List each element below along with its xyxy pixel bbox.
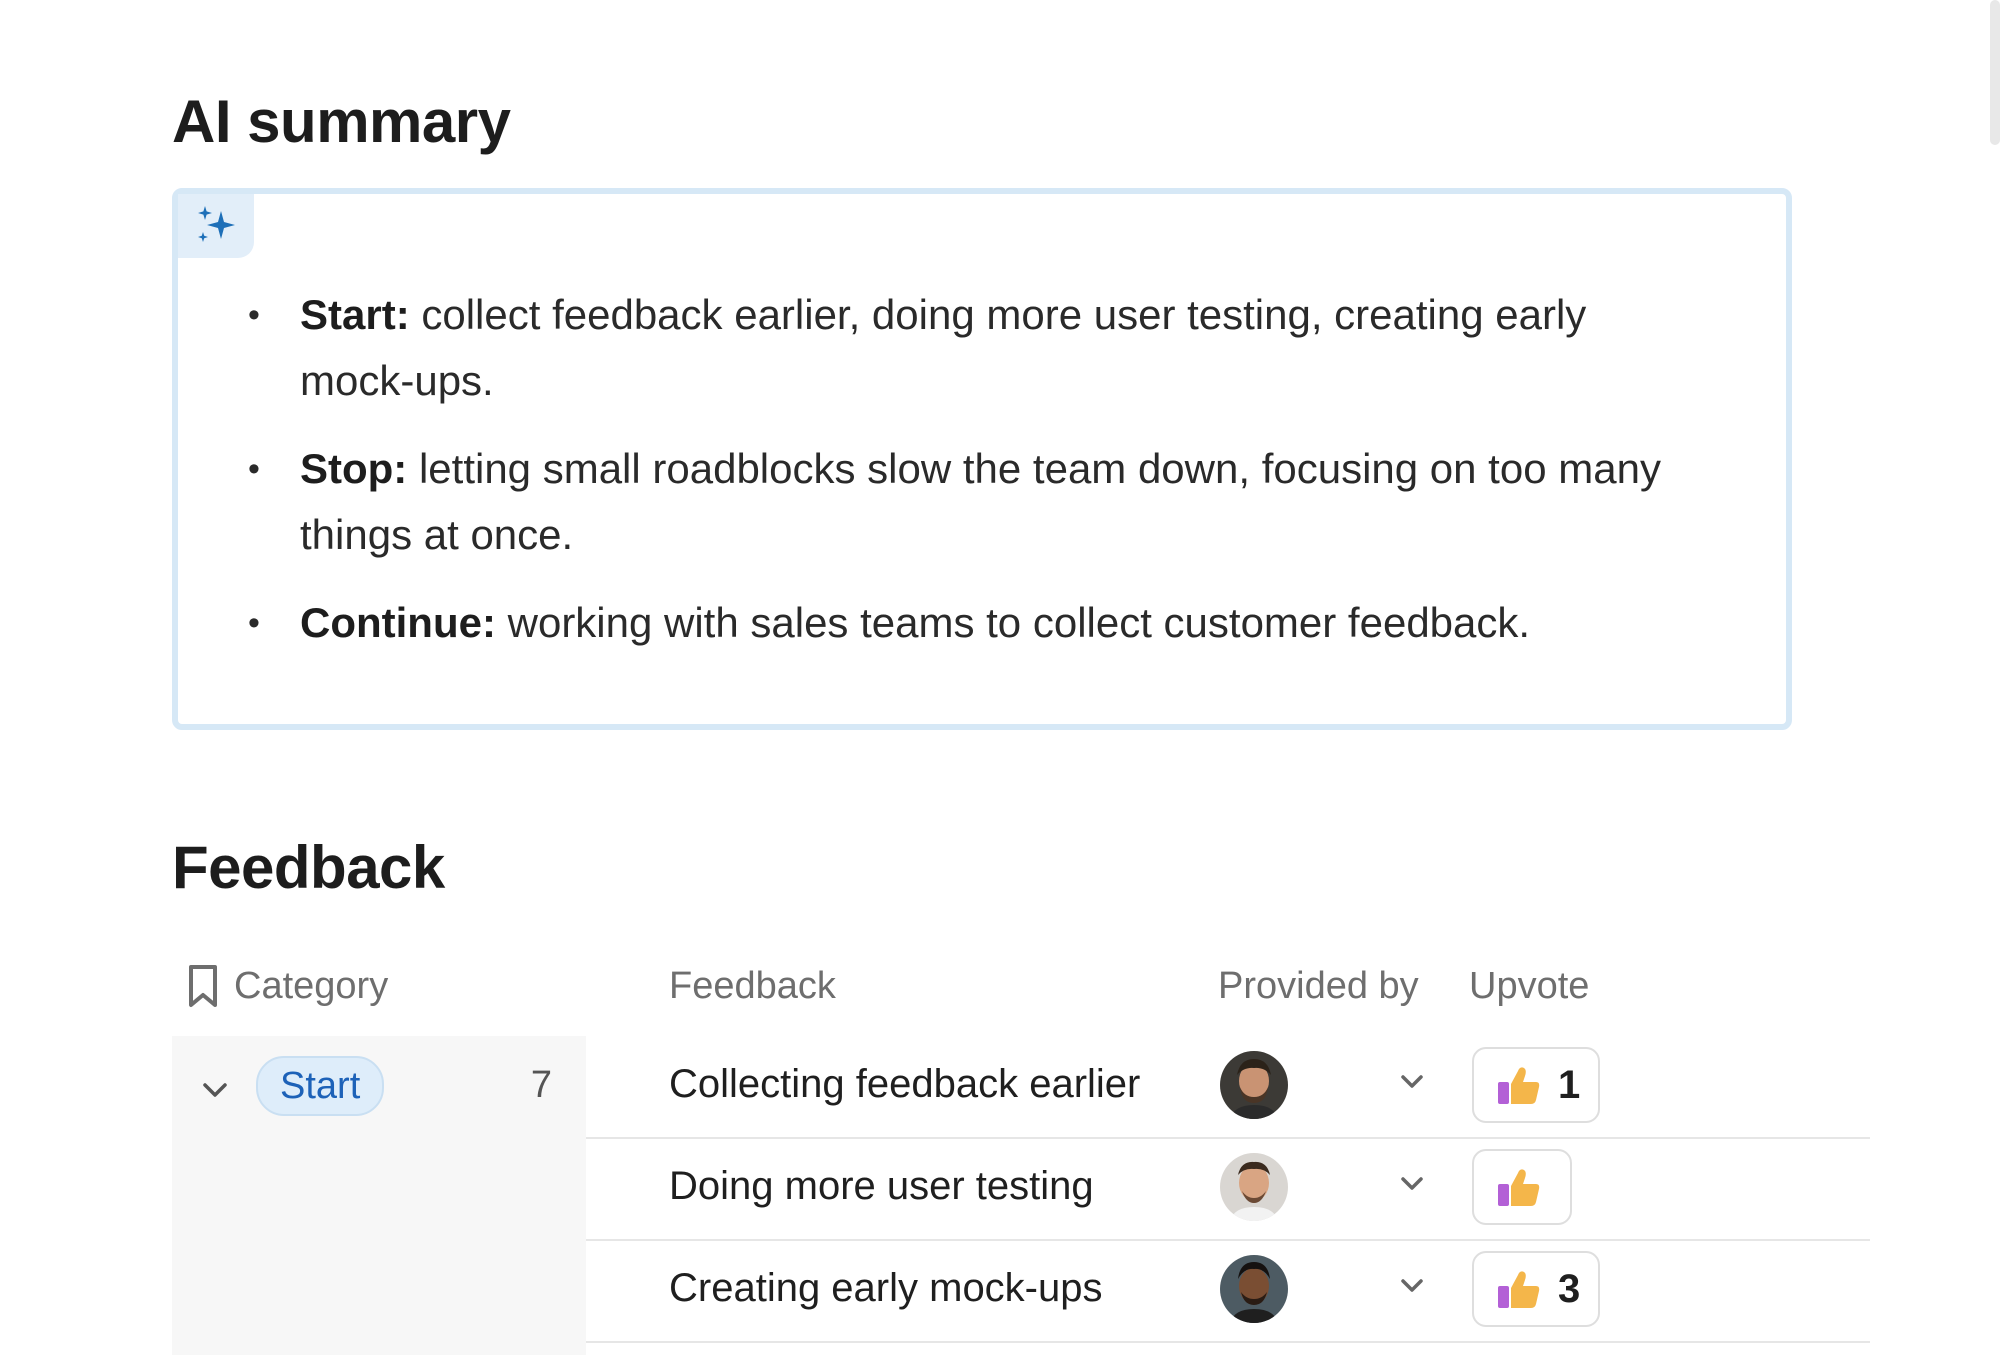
ai-summary-item-label: Continue: xyxy=(300,599,496,646)
scrollbar[interactable] xyxy=(1990,0,2000,145)
chevron-down-icon[interactable] xyxy=(202,1082,228,1098)
chevron-down-icon[interactable] xyxy=(1400,1176,1424,1192)
avatar[interactable] xyxy=(1220,1153,1288,1221)
upvote-button[interactable]: 1 xyxy=(1472,1047,1601,1123)
page: AI summary • Start: collect feedback ear… xyxy=(0,0,2000,1355)
ai-summary-item-stop: • Stop: letting small roadblocks slow th… xyxy=(248,436,1698,568)
bullet: • xyxy=(248,450,260,488)
column-header-upvote[interactable]: Upvote xyxy=(1469,960,1589,1012)
ai-summary-item-text: working with sales teams to collect cust… xyxy=(507,599,1531,646)
upvote-count: 3 xyxy=(1558,1266,1581,1311)
avatar[interactable] xyxy=(1220,1255,1288,1323)
ai-summary-item-label: Start: xyxy=(300,291,410,338)
bullet: • xyxy=(248,296,260,334)
column-header-provided-by[interactable]: Provided by xyxy=(1218,960,1419,1012)
ai-summary-card: • Start: collect feedback earlier, doing… xyxy=(172,188,1792,730)
thumbs-up-icon xyxy=(1498,1271,1540,1308)
feedback-text[interactable]: Creating early mock-ups xyxy=(669,1266,1103,1311)
column-header-category[interactable]: Category xyxy=(186,960,388,1012)
ai-summary-item-text: letting small roadblocks slow the team d… xyxy=(300,445,1661,558)
ai-summary-item-start: • Start: collect feedback earlier, doing… xyxy=(248,282,1698,414)
table-row[interactable]: Creating early mock-ups 3 xyxy=(586,1240,1870,1343)
avatar-image xyxy=(1220,1051,1288,1119)
ai-summary-title: AI summary xyxy=(172,88,511,155)
group-start: Start 7 xyxy=(172,1036,586,1355)
avatar-image xyxy=(1220,1153,1288,1221)
thumbs-up-icon xyxy=(1498,1169,1540,1206)
thumbs-up-icon xyxy=(1498,1067,1540,1104)
feedback-text[interactable]: Doing more user testing xyxy=(669,1164,1094,1209)
ai-summary-list: • Start: collect feedback earlier, doing… xyxy=(178,282,1698,678)
chevron-down-icon[interactable] xyxy=(1400,1074,1424,1090)
table-row[interactable]: Collecting feedback earlier 1 xyxy=(586,1036,1870,1139)
column-header-category-label: Category xyxy=(234,965,389,1007)
table-row[interactable]: Doing more user testing xyxy=(586,1138,1870,1241)
bullet: • xyxy=(248,604,260,642)
avatar-image xyxy=(1220,1255,1288,1323)
category-pill[interactable]: Start xyxy=(256,1056,385,1116)
ai-summary-item-text: collect feedback earlier, doing more use… xyxy=(300,291,1587,404)
ai-badge xyxy=(178,194,254,258)
feedback-title: Feedback xyxy=(172,834,445,901)
column-header-feedback[interactable]: Feedback xyxy=(669,960,836,1012)
group-count: 7 xyxy=(530,1064,552,1106)
ai-summary-item-continue: • Continue: working with sales teams to … xyxy=(248,590,1698,656)
sparkles-icon xyxy=(198,206,235,242)
upvote-button[interactable]: 3 xyxy=(1472,1251,1601,1327)
upvote-count: 1 xyxy=(1558,1062,1581,1107)
ai-summary-item-label: Stop: xyxy=(300,445,408,492)
chevron-down-icon[interactable] xyxy=(1400,1278,1424,1294)
feedback-text[interactable]: Collecting feedback earlier xyxy=(669,1062,1140,1107)
bookmark-icon xyxy=(189,965,217,1007)
avatar[interactable] xyxy=(1220,1051,1288,1119)
upvote-button[interactable] xyxy=(1472,1149,1572,1225)
